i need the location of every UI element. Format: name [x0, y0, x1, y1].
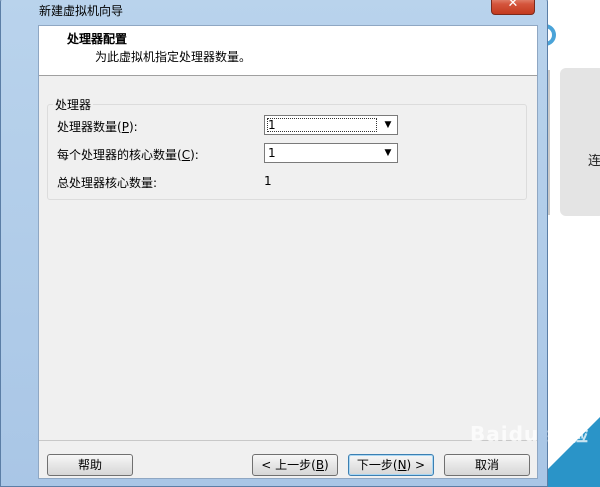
close-button[interactable]: ✕ — [491, 0, 535, 15]
next-button[interactable]: 下一步(N) > — [348, 454, 434, 476]
total-cores-label: 总处理器核心数量: — [57, 176, 158, 190]
focus-rectangle — [267, 118, 377, 132]
background-panel: 连 — [560, 68, 600, 216]
chevron-down-icon[interactable]: ▼ — [381, 146, 395, 160]
close-icon: ✕ — [507, 0, 519, 11]
processor-group-legend: 处理器 — [53, 96, 94, 113]
page-subtitle: 为此虚拟机指定处理器数量。 — [95, 50, 252, 64]
wizard-client-area: 处理器配置 为此虚拟机指定处理器数量。 处理器 处理器数量(P): 1 ▼ 每个… — [38, 25, 538, 479]
help-button[interactable]: 帮助 — [47, 454, 133, 476]
wizard-header: 处理器配置 为此虚拟机指定处理器数量。 — [39, 26, 537, 76]
processor-count-label: 处理器数量(P): — [57, 120, 138, 134]
page-title: 处理器配置 — [67, 32, 128, 46]
baidu-watermark: Baidu 经验 — [470, 422, 590, 446]
cores-per-processor-select[interactable]: 1 ▼ — [264, 143, 398, 163]
total-cores-value: 1 — [264, 174, 272, 188]
chevron-down-icon[interactable]: ▼ — [381, 118, 395, 132]
background-panel-text: 连 — [588, 154, 600, 169]
cores-per-processor-value: 1 — [268, 146, 276, 160]
back-button[interactable]: < 上一步(B) — [252, 454, 338, 476]
processor-count-select[interactable]: 1 ▼ — [264, 115, 398, 135]
window-title: 新建虚拟机向导 — [39, 4, 124, 18]
cores-per-processor-label: 每个处理器的核心数量(C): — [57, 148, 199, 162]
footer-divider — [39, 440, 537, 441]
title-bar[interactable]: 新建虚拟机向导 ✕ — [1, 0, 547, 23]
new-vm-wizard-window: 新建虚拟机向导 ✕ 处理器配置 为此虚拟机指定处理器数量。 处理器 处理器数量(… — [0, 0, 548, 487]
cancel-button[interactable]: 取消 — [444, 454, 530, 476]
